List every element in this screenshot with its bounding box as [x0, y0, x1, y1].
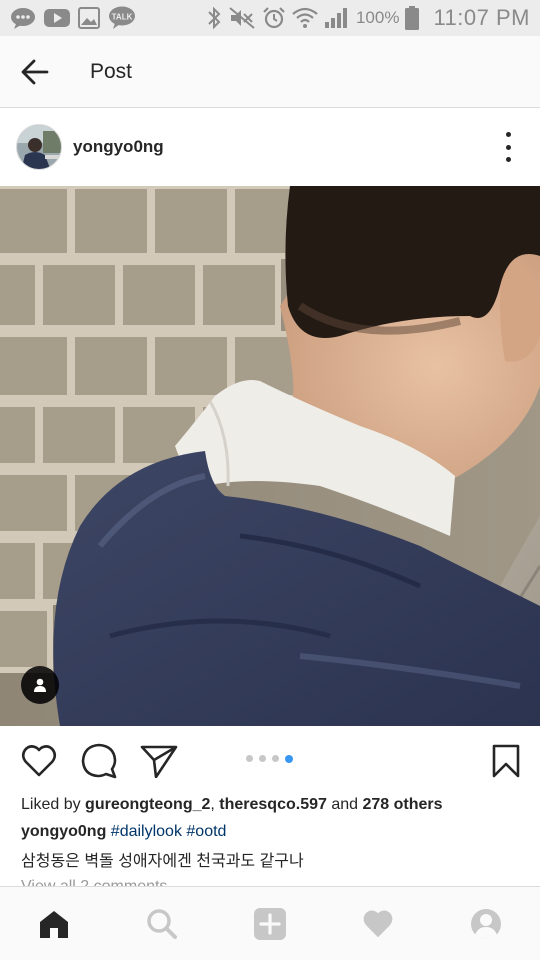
- clock: 11:07 PM: [433, 5, 530, 30]
- liker-username-2[interactable]: theresqco.597: [219, 796, 327, 813]
- page-title: Post: [90, 59, 133, 83]
- nav-add[interactable]: [240, 894, 300, 954]
- messages-icon: [10, 7, 36, 29]
- post-actions-bar: [0, 726, 540, 796]
- post-image: [0, 186, 540, 726]
- post-author-row: yongyo0ng: [0, 108, 540, 186]
- talk-icon: TALK: [108, 6, 136, 30]
- nav-profile[interactable]: [456, 894, 516, 954]
- battery-icon: [405, 6, 420, 30]
- more-vertical-icon: [505, 132, 511, 137]
- caption: yongyo0ng #dailylook #ootd: [21, 823, 226, 841]
- app-header: Post: [0, 36, 540, 108]
- bluetooth-icon: [206, 6, 222, 30]
- status-bar: TALK 100% 11:07 PM: [0, 0, 540, 36]
- hashtag-dailylook[interactable]: #dailylook: [111, 823, 182, 840]
- add-icon: [254, 907, 286, 940]
- bookmark-icon: [492, 744, 520, 778]
- carousel-dot: [272, 755, 279, 762]
- nav-home[interactable]: [24, 894, 84, 954]
- avatar[interactable]: [16, 124, 62, 170]
- likes-prefix: Liked by: [21, 796, 86, 813]
- carousel-dot-active: [285, 754, 293, 763]
- share-button[interactable]: [140, 742, 178, 780]
- carousel-dot: [246, 755, 253, 762]
- caption-text: 삼청동은 벽돌 성애자에겐 천국과도 같구나: [21, 853, 304, 870]
- battery-percent: 100%: [355, 8, 400, 27]
- activity-heart-icon: [363, 910, 393, 937]
- search-icon: [147, 908, 177, 939]
- likes-and: and: [326, 796, 363, 813]
- user-tag-icon: [34, 678, 46, 692]
- nav-activity[interactable]: [348, 894, 408, 954]
- status-system-icons: 100% 11:07 PM: [206, 5, 530, 31]
- gallery-icon: [78, 7, 100, 29]
- bottom-navigation: [0, 886, 540, 960]
- alarm-icon: [262, 6, 286, 30]
- like-button[interactable]: [20, 742, 58, 780]
- carousel-dot: [259, 755, 266, 762]
- user-tag-button[interactable]: [21, 666, 59, 704]
- likes-others-link[interactable]: 278 others: [362, 796, 442, 813]
- arrow-left-icon: [21, 59, 49, 84]
- signal-icon: [324, 7, 348, 29]
- author-username[interactable]: yongyo0ng: [73, 137, 164, 157]
- talk-icon-label: TALK: [112, 13, 133, 22]
- profile-icon: [471, 908, 501, 939]
- back-button[interactable]: [0, 36, 70, 108]
- more-vertical-icon-dot: [505, 144, 511, 150]
- carousel-indicator: [246, 754, 293, 763]
- mute-icon: [228, 6, 256, 30]
- status-notification-icons: TALK: [10, 6, 136, 30]
- save-button[interactable]: [490, 742, 522, 780]
- wifi-icon: [292, 6, 318, 30]
- likes-separator: ,: [210, 796, 220, 813]
- likes-summary: Liked by gureongteong_2, theresqco.597 a…: [21, 796, 443, 814]
- caption-author[interactable]: yongyo0ng: [21, 823, 106, 840]
- hashtag-ootd[interactable]: #ootd: [186, 823, 226, 840]
- heart-icon: [21, 745, 57, 777]
- comment-button[interactable]: [80, 742, 118, 780]
- post-photo[interactable]: [0, 186, 540, 726]
- home-icon: [40, 910, 68, 938]
- more-vertical-icon-dot: [505, 157, 511, 162]
- youtube-icon: [44, 8, 70, 28]
- more-options-button[interactable]: [498, 132, 518, 162]
- nav-search[interactable]: [132, 894, 192, 954]
- comment-icon: [81, 743, 117, 779]
- send-icon: [140, 745, 178, 778]
- liker-username-1[interactable]: gureongteong_2: [85, 796, 210, 813]
